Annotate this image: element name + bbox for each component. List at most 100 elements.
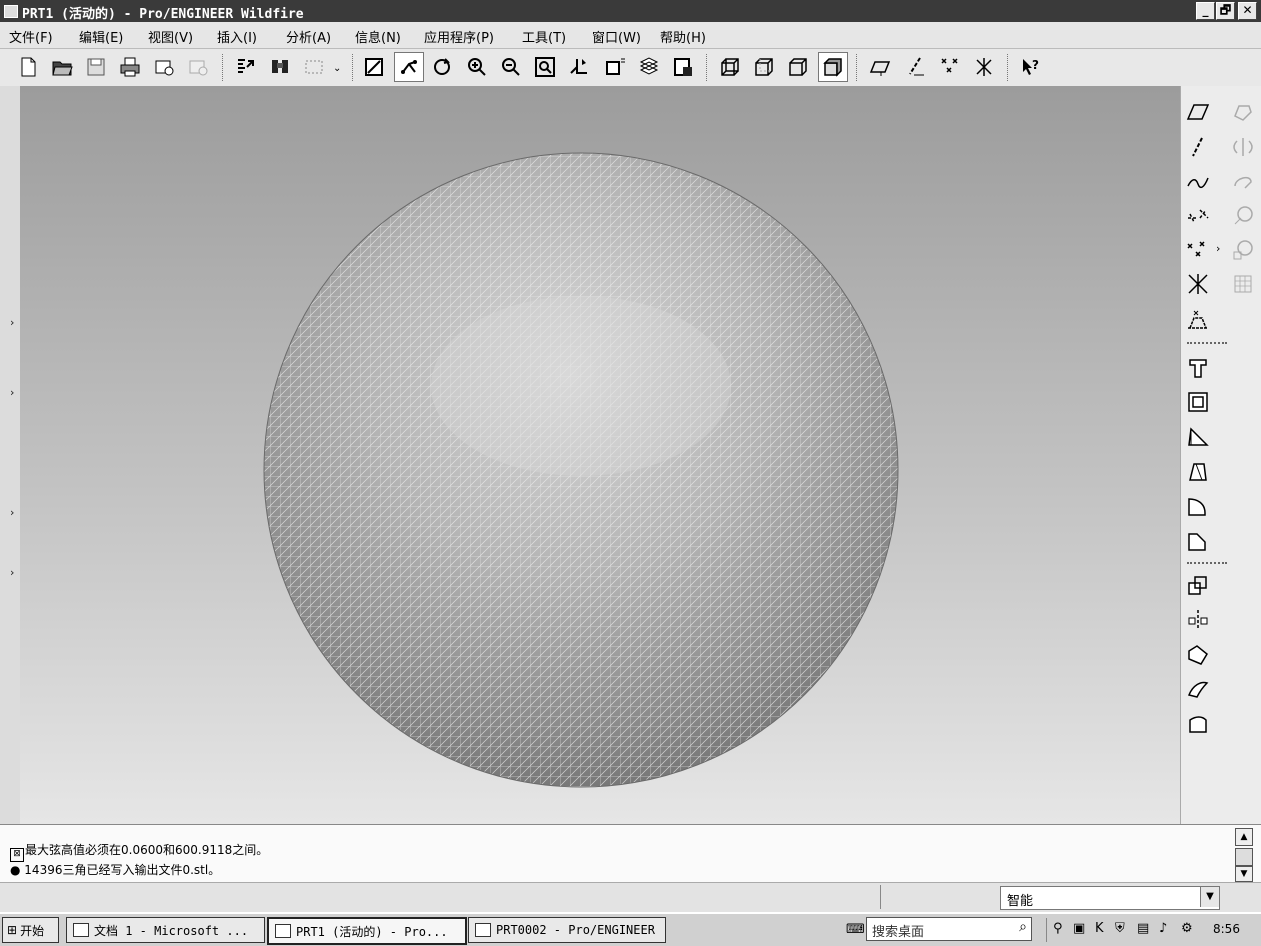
analysis-feature-icon[interactable]: [1184, 306, 1212, 334]
orient-icon[interactable]: [430, 55, 454, 79]
chevron-right-icon[interactable]: ›: [10, 506, 14, 519]
message-scrollbar[interactable]: ▲ ▼: [1235, 828, 1253, 882]
tray-shield-icon[interactable]: ⛨: [1115, 921, 1125, 936]
task-word-document[interactable]: 文档 1 - Microsoft ...: [66, 917, 265, 943]
datum-planes-icon[interactable]: [868, 55, 892, 79]
start-button[interactable]: ⊞ 开始: [2, 917, 59, 943]
no-hidden-icon[interactable]: [786, 55, 810, 79]
clock[interactable]: 8:56: [1213, 922, 1240, 936]
minimize-button[interactable]: _: [1196, 2, 1215, 20]
hole-icon[interactable]: [1184, 354, 1212, 382]
toolbar-separator: [1187, 562, 1227, 564]
app-icon[interactable]: [4, 5, 18, 18]
menu-applications[interactable]: 应用程序(P): [424, 27, 494, 46]
menu-help[interactable]: 帮助(H): [660, 27, 706, 46]
new-file-icon[interactable]: [16, 55, 40, 79]
scroll-thumb[interactable]: [1235, 848, 1253, 866]
datum-plane-icon[interactable]: [1184, 98, 1212, 126]
reorient-icon[interactable]: [567, 55, 591, 79]
chevron-right-icon[interactable]: ›: [10, 386, 14, 399]
shading-icon[interactable]: [818, 52, 848, 82]
task-prt0002[interactable]: PRT0002 - Pro/ENGINEER: [468, 917, 666, 943]
scroll-down-icon[interactable]: ▼: [1235, 866, 1253, 882]
task-prt1[interactable]: PRT1 (活动的) - Pro...: [267, 917, 467, 945]
search-icon[interactable]: ⌕: [1019, 919, 1027, 935]
menu-view[interactable]: 视图(V): [148, 27, 193, 46]
spin-center-icon[interactable]: [394, 52, 424, 82]
chevron-down-icon[interactable]: ⌄: [333, 63, 341, 74]
merge-icon[interactable]: [1184, 641, 1212, 669]
csys-icon[interactable]: [972, 55, 996, 79]
menu-file[interactable]: 文件(F): [9, 27, 53, 46]
open-folder-icon[interactable]: [50, 55, 74, 79]
shell-icon[interactable]: [1184, 388, 1212, 416]
menu-tools[interactable]: 工具(T): [522, 27, 566, 46]
message-line: ● 14396三角已经写入输出文件0.stl。: [10, 863, 221, 877]
tray-volume-icon[interactable]: ♪: [1159, 921, 1167, 936]
revolve-disabled-icon: [1229, 133, 1257, 161]
window-title: PRT1 (活动的) - Pro/ENGINEER Wildfire: [22, 7, 304, 22]
sketched-datum-icon[interactable]: [1184, 202, 1212, 230]
graphics-window[interactable]: [20, 86, 1180, 824]
selection-filter-dropdown[interactable]: 智能 ▼: [1000, 886, 1220, 910]
chevron-right-icon[interactable]: ›: [10, 316, 14, 329]
whats-this-icon[interactable]: ?: [1019, 55, 1043, 79]
menu-edit[interactable]: 编辑(E): [79, 27, 123, 46]
message-area: ⊠ 最大弦高值必须在0.0600和600.9118之间。 ● 14396三角已经写…: [0, 824, 1261, 883]
mirror-icon[interactable]: [1184, 606, 1212, 634]
chevron-down-icon[interactable]: ▼: [1200, 887, 1219, 907]
datum-point-icon[interactable]: [1184, 236, 1212, 264]
tray-settings-icon[interactable]: ⚙: [1181, 921, 1193, 936]
scroll-up-icon[interactable]: ▲: [1235, 828, 1253, 846]
draft-icon[interactable]: [1184, 458, 1212, 486]
offset-icon[interactable]: [1184, 710, 1212, 738]
toolbar-separator: [706, 54, 709, 81]
save-icon[interactable]: [84, 55, 108, 79]
csys-icon[interactable]: [1184, 270, 1212, 298]
find-icon[interactable]: [268, 55, 292, 79]
copy-icon[interactable]: [1184, 572, 1212, 600]
tray-network-icon[interactable]: ▣: [1073, 921, 1085, 936]
zoom-out-icon[interactable]: [499, 55, 523, 79]
system-tray: ⚲ ▣ K ⛨ ▤ ♪ ⚙ 8:56: [1046, 918, 1261, 942]
refit-icon[interactable]: [533, 55, 557, 79]
desktop-search-field[interactable]: 搜索桌面 ⌕: [866, 917, 1032, 941]
round-icon[interactable]: [1184, 492, 1212, 520]
datum-curve-icon[interactable]: [1184, 168, 1212, 196]
menu-info[interactable]: 信息(N): [355, 27, 401, 46]
zoom-in-icon[interactable]: [465, 55, 489, 79]
datum-axis-icon[interactable]: [1184, 133, 1212, 161]
proe-window-icon: [275, 924, 291, 938]
trim-icon[interactable]: [1184, 675, 1212, 703]
repaint-icon[interactable]: [362, 55, 386, 79]
hidden-line-icon[interactable]: [752, 55, 776, 79]
rib-icon[interactable]: [1184, 423, 1212, 451]
datum-points-icon[interactable]: [938, 55, 962, 79]
keyboard-icon[interactable]: ⌨: [846, 922, 865, 937]
navigator-collapse-strip[interactable]: › › › ›: [0, 86, 21, 824]
proe-window-icon: [475, 923, 491, 937]
menu-insert[interactable]: 插入(I): [217, 27, 257, 46]
close-button[interactable]: ✕: [1238, 2, 1257, 20]
chamfer-icon[interactable]: [1184, 527, 1212, 555]
print-icon[interactable]: [118, 55, 142, 79]
chevron-right-icon[interactable]: ›: [10, 566, 14, 579]
saved-views-icon[interactable]: [603, 55, 627, 79]
toolbar-separator: [856, 54, 859, 81]
view-manager-icon[interactable]: [671, 55, 695, 79]
wireframe-icon[interactable]: [718, 55, 742, 79]
tessellated-sphere[interactable]: [20, 86, 1180, 824]
layers-icon[interactable]: [637, 55, 661, 79]
send-mail-icon[interactable]: [152, 55, 176, 79]
datum-axes-icon[interactable]: [903, 55, 927, 79]
chevron-right-icon[interactable]: ›: [1216, 242, 1220, 255]
menu-analysis[interactable]: 分析(A): [286, 27, 331, 46]
select-box-icon[interactable]: [302, 55, 326, 79]
regenerate-icon[interactable]: [234, 55, 258, 79]
toolbar-separator: [352, 54, 355, 81]
tray-search-icon[interactable]: ⚲: [1053, 921, 1063, 936]
maximize-button[interactable]: 🗗: [1216, 2, 1235, 20]
tray-app-icon[interactable]: K: [1095, 921, 1104, 936]
tray-monitor-icon[interactable]: ▤: [1137, 921, 1149, 936]
menu-window[interactable]: 窗口(W): [592, 27, 641, 46]
